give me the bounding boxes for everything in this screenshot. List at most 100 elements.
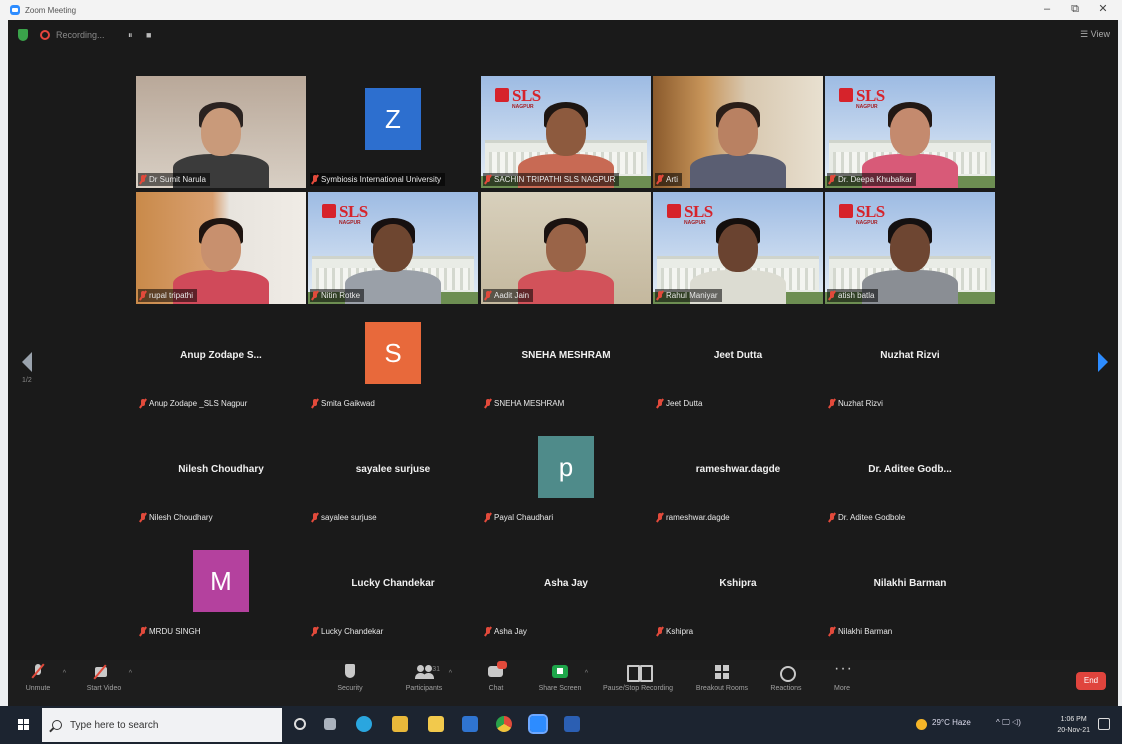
meeting-window: Recording... ⏸ ■ ☰ View Dr Sumit Narula Z… (8, 20, 1118, 706)
participant-name-tile[interactable]: Jeet Dutta Jeet Dutta (653, 312, 823, 424)
video-options-chevron-icon[interactable]: ^ (129, 670, 132, 677)
participant-name-tile[interactable]: SNEHA MESHRAM SNEHA MESHRAM (481, 312, 651, 424)
participant-avatar: S (365, 322, 421, 384)
participant-name-tag: Nitin Rotke (310, 289, 365, 302)
muted-mic-icon (140, 399, 146, 408)
end-meeting-button[interactable]: End (1076, 672, 1106, 690)
more-button[interactable]: More (800, 660, 884, 692)
participant-video-tile[interactable]: SLS NAGPUR Nitin Rotke (308, 192, 478, 304)
share-screen-button[interactable]: Share Screen ^ (518, 664, 602, 692)
start-video-button[interactable]: Start Video ^ (62, 664, 146, 692)
unmute-label: Unmute (25, 685, 51, 692)
participants-chevron-icon[interactable]: ^ (449, 670, 452, 677)
participant-name-tag: Dr Sumit Narula (138, 173, 210, 186)
participant-video-tile[interactable]: Aadit Jain (481, 192, 651, 304)
taskbar-clock[interactable]: 1:06 PM 20-Nov-21 (1057, 714, 1090, 736)
participant-display-name: Lucky Chandekar (351, 578, 435, 589)
participant-name-tile[interactable]: Anup Zodape S... Anup Zodape _SLS Nagpur (136, 312, 306, 424)
participant-name-tag: rupal tripathi (138, 289, 198, 302)
view-button[interactable]: ☰ View (1080, 29, 1110, 40)
muted-mic-icon (485, 513, 491, 522)
share-options-chevron-icon[interactable]: ^ (585, 670, 588, 677)
cortana-icon[interactable] (294, 718, 306, 730)
reactions-icon (777, 664, 796, 682)
participant-display-name: Kshipra (719, 578, 757, 589)
participant-video-tile[interactable]: SLS NAGPUR SACHIN TRIPATHI SLS NAGPUR (481, 76, 651, 188)
participant-name-tile[interactable]: sayalee surjuse sayalee surjuse (308, 426, 478, 538)
security-button[interactable]: Security (308, 664, 392, 692)
word-icon[interactable] (564, 716, 580, 732)
participant-name-tile[interactable]: Nilesh Choudhary Nilesh Choudhary (136, 426, 306, 538)
participant-name: SNEHA MESHRAM (494, 399, 565, 408)
meeting-toolbar: Unmute ^ Start Video ^ Security Participan… (8, 660, 1118, 706)
pause-recording-button[interactable]: ⏸ (128, 30, 133, 41)
participant-figure (345, 208, 441, 304)
participant-name-tag: Kshipra (655, 625, 697, 638)
participant-video-tile[interactable]: Dr Sumit Narula (136, 76, 306, 188)
file-explorer-icon[interactable] (392, 716, 408, 732)
weather-icon[interactable] (916, 719, 927, 730)
share-screen-icon (551, 664, 569, 680)
participant-name-tile[interactable]: Kshipra Kshipra (653, 540, 823, 652)
participant-name: sayalee surjuse (321, 513, 377, 522)
pause-stop-recording-button[interactable]: Pause/Stop Recording (596, 664, 680, 692)
minimize-button[interactable]: – (1034, 0, 1060, 20)
participant-name-tag: Nilakhi Barman (827, 625, 896, 638)
zoom-taskbar-icon[interactable] (528, 714, 548, 734)
participant-name-tile[interactable]: rameshwar.dagde rameshwar.dagde (653, 426, 823, 538)
participant-name-tile[interactable]: Nuzhat Rizvi Nuzhat Rizvi (825, 312, 995, 424)
participant-video-tile[interactable]: Z Symbiosis International University (308, 76, 478, 188)
previous-page-icon[interactable] (22, 352, 32, 372)
participant-name-tile[interactable]: M MRDU SINGH (136, 540, 306, 652)
weather-text[interactable]: 29°C Haze (932, 718, 971, 727)
edge-browser-icon[interactable] (356, 716, 372, 732)
participant-video-tile[interactable]: SLS NAGPUR Dr. Deepa Khubalkar (825, 76, 995, 188)
participant-display-name: SNEHA MESHRAM (521, 350, 611, 361)
next-page-icon[interactable] (1098, 352, 1108, 372)
participant-name: Symbiosis International University (321, 175, 442, 184)
task-view-icon[interactable] (324, 718, 336, 730)
taskbar-search-input[interactable] (70, 719, 270, 731)
window-titlebar: Zoom Meeting (0, 0, 1122, 20)
search-icon (52, 720, 62, 730)
participant-name-tag: Anup Zodape _SLS Nagpur (138, 397, 251, 410)
participant-display-name: Dr. Aditee Godb... (868, 464, 952, 475)
notification-center-icon[interactable] (1098, 718, 1110, 730)
participant-name-tile[interactable]: Asha Jay Asha Jay (481, 540, 651, 652)
participant-name-tag: Symbiosis International University (310, 173, 446, 186)
view-label: View (1090, 29, 1110, 39)
participant-name-tile[interactable]: Dr. Aditee Godb... Dr. Aditee Godbole (825, 426, 995, 538)
participant-name-tag: Lucky Chandekar (310, 625, 387, 638)
participants-label: Participants (405, 685, 443, 692)
participant-name-tile[interactable]: Lucky Chandekar Lucky Chandekar (308, 540, 478, 652)
muted-mic-icon (140, 175, 146, 184)
chrome-icon[interactable] (496, 716, 512, 732)
participant-name: rupal tripathi (149, 291, 194, 300)
participant-name-tile[interactable]: p Payal Chaudhari (481, 426, 651, 538)
participant-name-tag: rameshwar.dagde (655, 511, 734, 524)
windows-start-icon[interactable] (18, 719, 30, 731)
system-tray-icons[interactable]: ^ 🖵 ◁) (996, 718, 1021, 728)
chat-icon (487, 661, 507, 680)
window-title: Zoom Meeting (25, 5, 77, 15)
participant-name-tile[interactable]: S Smita Gaikwad (308, 312, 478, 424)
participant-name-tag: Dr. Aditee Godbole (827, 511, 909, 524)
participant-video-tile[interactable]: Arti (653, 76, 823, 188)
participant-name-tile[interactable]: Nilakhi Barman Nilakhi Barman (825, 540, 995, 652)
share-screen-label: Share Screen (538, 685, 582, 692)
close-button[interactable]: ✕ (1090, 0, 1116, 20)
taskbar-search[interactable] (42, 708, 282, 742)
video-off-icon (95, 664, 113, 680)
participant-video-tile[interactable]: SLS NAGPUR Rahul Maniyar (653, 192, 823, 304)
muted-mic-icon (485, 175, 491, 184)
participant-display-name: Nuzhat Rizvi (880, 350, 940, 361)
participant-video-tile[interactable]: SLS NAGPUR atish batla (825, 192, 995, 304)
encryption-shield-icon[interactable] (18, 29, 28, 41)
restore-button[interactable]: ⧉ (1062, 0, 1088, 20)
mail-icon[interactable] (462, 716, 478, 732)
store-icon[interactable] (428, 716, 444, 732)
stop-recording-button[interactable]: ■ (146, 30, 151, 40)
participant-name-tag: Arti (655, 173, 682, 186)
participant-name: Nuzhat Rizvi (838, 399, 883, 408)
participant-video-tile[interactable]: rupal tripathi (136, 192, 306, 304)
